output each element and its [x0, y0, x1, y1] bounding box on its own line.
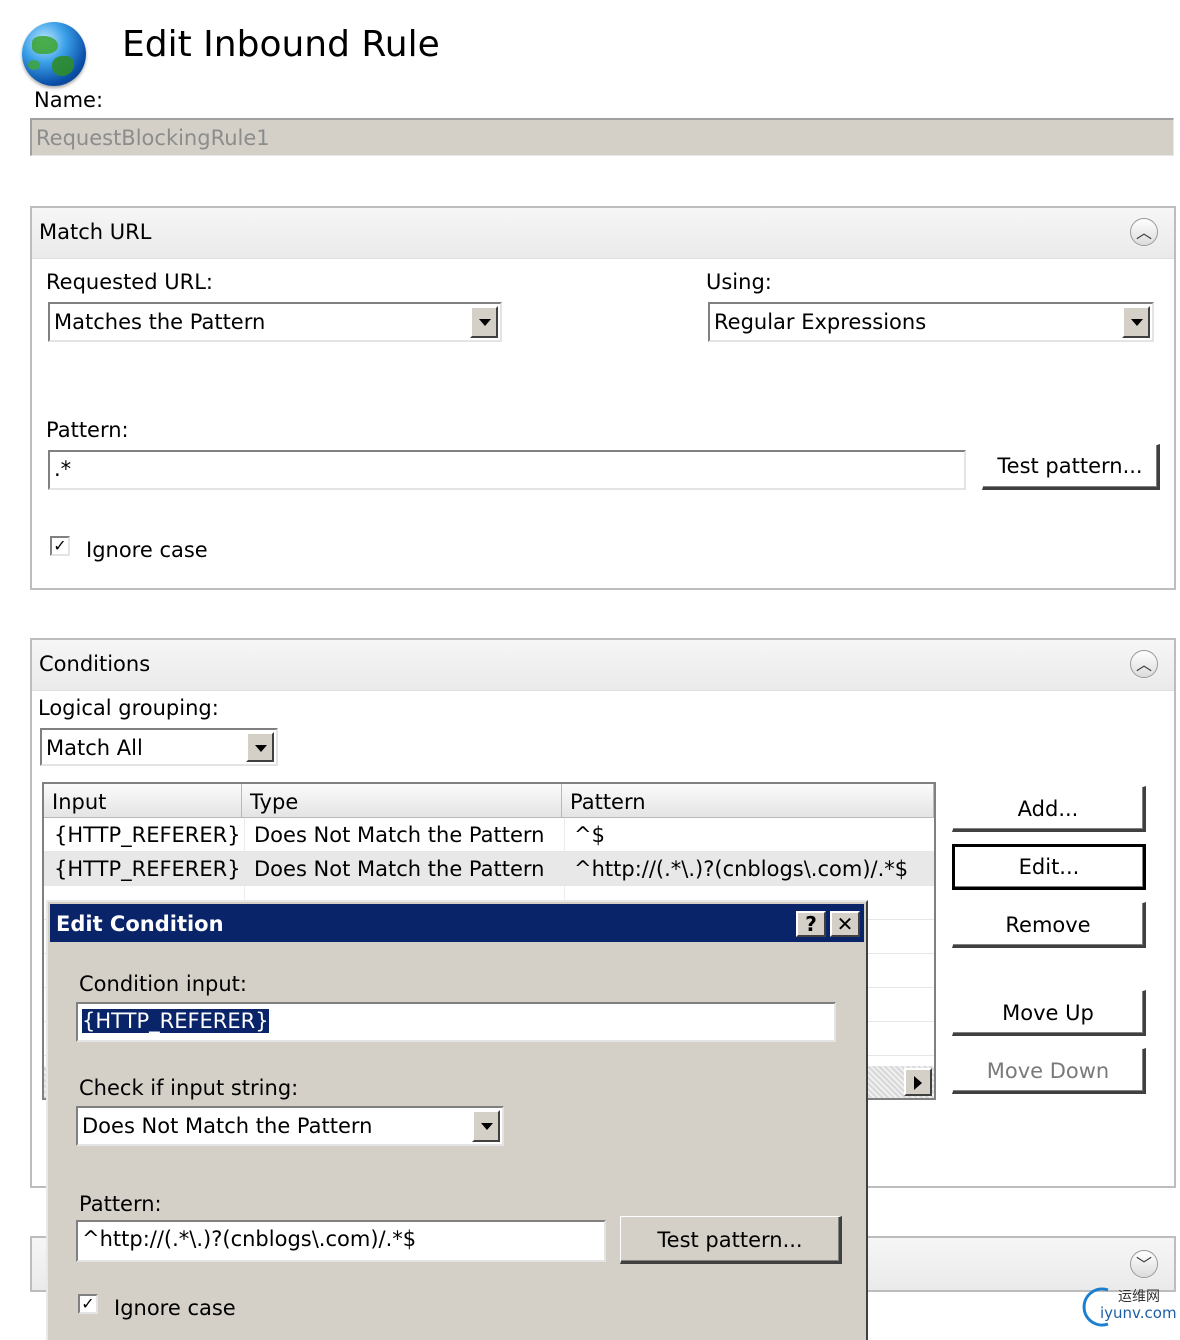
dialog-test-pattern-button[interactable]: Test pattern... — [620, 1216, 842, 1264]
table-row-selected[interactable]: {HTTP_REFERER} Does Not Match the Patter… — [44, 852, 934, 886]
check-input-select[interactable]: Does Not Match the Pattern — [76, 1106, 504, 1146]
check-input-value: Does Not Match the Pattern — [82, 1114, 373, 1138]
cell-type: Does Not Match the Pattern — [254, 823, 545, 847]
dialog-ignore-case-label: Ignore case — [114, 1296, 236, 1320]
using-label: Using: — [706, 270, 772, 294]
watermark-line1: 运维网 — [1118, 1289, 1160, 1305]
dialog-title-bar[interactable]: Edit Condition ? ✕ — [50, 904, 864, 942]
condition-input-label: Condition input: — [79, 972, 247, 996]
cell-pattern: ^http://(.*\.)?(cnblogs\.com)/.*$ — [574, 857, 909, 881]
using-select[interactable]: Regular Expressions — [708, 302, 1154, 342]
conditions-title: Conditions — [39, 652, 151, 676]
pattern-value: .* — [54, 457, 72, 481]
globe-icon — [22, 22, 86, 86]
watermark-logo: 运维网 iyunv.com — [1078, 1284, 1178, 1328]
cell-pattern: ^$ — [574, 823, 605, 847]
move-up-button[interactable]: Move Up — [952, 990, 1146, 1036]
match-url-header[interactable]: Match URL ︿ — [32, 208, 1174, 259]
column-header-pattern[interactable]: Pattern — [562, 784, 934, 818]
ignore-case-checkbox[interactable]: ✓ — [50, 536, 70, 556]
requested-url-select[interactable]: Matches the Pattern — [48, 302, 502, 342]
check-input-label: Check if input string: — [79, 1076, 299, 1100]
name-label: Name: — [34, 88, 104, 112]
conditions-header[interactable]: Conditions ︿ — [32, 640, 1174, 691]
requested-url-label: Requested URL: — [46, 270, 213, 294]
dialog-ignore-case-checkbox[interactable]: ✓ — [78, 1294, 98, 1314]
collapse-up-icon[interactable]: ︿ — [1130, 650, 1158, 678]
test-pattern-button[interactable]: Test pattern... — [982, 444, 1160, 490]
edit-condition-dialog: Edit Condition ? ✕ Condition input: {HTT… — [46, 900, 868, 1340]
collapse-up-icon[interactable]: ︿ — [1130, 218, 1158, 246]
name-field[interactable]: RequestBlockingRule1 — [30, 118, 1174, 156]
collapse-down-icon[interactable]: ﹀ — [1130, 1250, 1158, 1278]
chevron-down-icon[interactable] — [472, 1110, 500, 1142]
match-url-section: Match URL ︿ — [30, 206, 1176, 590]
requested-url-value: Matches the Pattern — [54, 310, 266, 334]
cell-input: {HTTP_REFERER} — [54, 857, 241, 881]
page-title: Edit Inbound Rule — [122, 24, 440, 65]
add-button[interactable]: Add... — [952, 786, 1146, 832]
chevron-down-icon[interactable] — [470, 306, 498, 338]
logical-grouping-value: Match All — [46, 736, 143, 760]
pattern-input[interactable]: .* — [48, 450, 966, 490]
column-header-input[interactable]: Input — [44, 784, 242, 818]
dialog-pattern-value: ^http://(.*\.)?(cnblogs\.com)/.*$ — [82, 1227, 417, 1251]
cell-type: Does Not Match the Pattern — [254, 857, 545, 881]
dialog-title: Edit Condition — [56, 912, 224, 936]
ignore-case-label: Ignore case — [86, 538, 208, 562]
watermark-line2: iyunv.com — [1100, 1304, 1177, 1322]
dialog-pattern-input[interactable]: ^http://(.*\.)?(cnblogs\.com)/.*$ — [76, 1220, 606, 1262]
logical-grouping-label: Logical grouping: — [38, 696, 219, 720]
cell-input: {HTTP_REFERER} — [54, 823, 241, 847]
scroll-right-icon[interactable] — [904, 1068, 932, 1096]
match-url-title: Match URL — [39, 220, 152, 244]
close-icon[interactable]: ✕ — [830, 911, 860, 937]
move-down-button[interactable]: Move Down — [952, 1048, 1146, 1094]
edit-button[interactable]: Edit... — [952, 844, 1146, 890]
column-header-type[interactable]: Type — [242, 784, 562, 818]
condition-input-value: {HTTP_REFERER} — [82, 1009, 269, 1033]
pattern-label: Pattern: — [46, 418, 129, 442]
table-row[interactable]: {HTTP_REFERER} Does Not Match the Patter… — [44, 818, 934, 852]
chevron-down-icon[interactable] — [1122, 306, 1150, 338]
chevron-down-icon[interactable] — [246, 732, 274, 762]
help-icon[interactable]: ? — [796, 911, 826, 937]
logical-grouping-select[interactable]: Match All — [40, 728, 278, 766]
using-value: Regular Expressions — [714, 310, 927, 334]
remove-button[interactable]: Remove — [952, 902, 1146, 948]
dialog-pattern-label: Pattern: — [79, 1192, 162, 1216]
condition-input-field[interactable]: {HTTP_REFERER} — [76, 1002, 836, 1042]
